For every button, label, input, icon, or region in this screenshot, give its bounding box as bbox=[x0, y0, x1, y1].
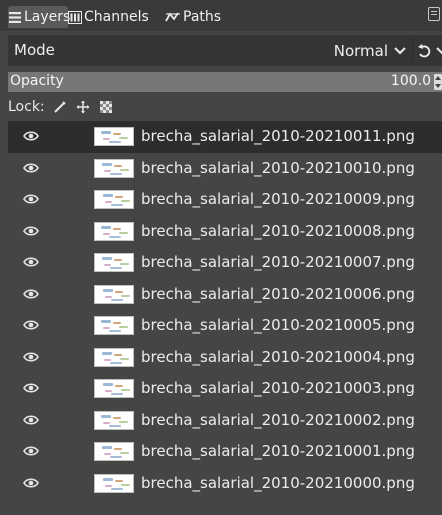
layer-name: brecha_salarial_2010-20210003.png bbox=[141, 379, 415, 397]
layer-row[interactable]: brecha_salarial_2010-20210002.png bbox=[8, 405, 442, 437]
paths-icon bbox=[165, 11, 181, 23]
layer-name: brecha_salarial_2010-20210008.png bbox=[141, 221, 415, 240]
eye-icon[interactable] bbox=[22, 413, 40, 427]
layer-row[interactable]: brecha_salarial_2010-20210003.png bbox=[8, 373, 442, 405]
tab-channels[interactable]: Channels bbox=[68, 6, 164, 28]
eye-icon[interactable] bbox=[22, 350, 40, 364]
divider bbox=[412, 39, 413, 62]
layer-thumbnail bbox=[94, 221, 134, 241]
eye-icon[interactable] bbox=[22, 444, 40, 458]
layer-thumbnail bbox=[94, 379, 134, 398]
opacity-value: 100.0 bbox=[390, 73, 431, 89]
layer-name: brecha_salarial_2010-20210001.png bbox=[141, 442, 415, 460]
dock-tabs-bar: Layers Channels Paths bbox=[0, 0, 442, 31]
layer-thumbnail bbox=[94, 473, 134, 493]
tab-paths[interactable]: Paths bbox=[165, 6, 229, 28]
layer-row[interactable]: brecha_salarial_2010-20210011.png bbox=[8, 121, 442, 153]
layer-thumbnail bbox=[94, 442, 134, 461]
layer-thumbnail bbox=[94, 253, 134, 272]
eye-icon[interactable] bbox=[22, 318, 40, 332]
eye-icon[interactable] bbox=[22, 129, 40, 143]
layer-row[interactable]: brecha_salarial_2010-20210005.png bbox=[8, 310, 442, 342]
eye-icon[interactable] bbox=[22, 287, 40, 301]
layer-name: brecha_salarial_2010-20210009.png bbox=[141, 190, 415, 208]
layers-dock-panel: Layers Channels Paths Mode Normal Opacit… bbox=[0, 0, 442, 515]
eye-icon[interactable] bbox=[22, 224, 40, 238]
layer-name: brecha_salarial_2010-20210006.png bbox=[141, 284, 415, 303]
eye-icon[interactable] bbox=[22, 476, 40, 490]
eye-icon[interactable] bbox=[22, 192, 40, 206]
layer-thumbnail bbox=[94, 127, 134, 146]
layer-row[interactable]: brecha_salarial_2010-20210007.png bbox=[8, 247, 442, 279]
mode-label: Mode bbox=[14, 41, 55, 59]
chevron-down-icon[interactable] bbox=[391, 35, 409, 66]
layer-thumbnail bbox=[94, 347, 134, 367]
composite-mode-button[interactable] bbox=[416, 35, 442, 66]
eye-icon[interactable] bbox=[22, 381, 40, 395]
lock-alpha-icon[interactable] bbox=[97, 98, 115, 116]
eye-icon[interactable] bbox=[22, 161, 40, 175]
lock-row: Lock: bbox=[8, 96, 120, 118]
tab-menu-icon[interactable] bbox=[428, 7, 440, 21]
layer-thumbnail bbox=[94, 316, 134, 335]
layer-name: brecha_salarial_2010-20210002.png bbox=[141, 410, 415, 429]
tab-layers[interactable]: Layers bbox=[8, 6, 71, 28]
layer-thumbnail bbox=[94, 410, 134, 430]
layer-row[interactable]: brecha_salarial_2010-20210010.png bbox=[8, 153, 442, 185]
layer-thumbnail bbox=[94, 190, 134, 209]
layer-row[interactable]: brecha_salarial_2010-20210008.png bbox=[8, 216, 442, 248]
layer-name: brecha_salarial_2010-20210005.png bbox=[141, 316, 415, 334]
tab-paths-label: Paths bbox=[183, 9, 222, 25]
opacity-slider[interactable]: Opacity 100.0 bbox=[8, 72, 442, 92]
tab-channels-label: Channels bbox=[84, 9, 149, 25]
layer-name: brecha_salarial_2010-20210004.png bbox=[141, 347, 415, 366]
layer-thumbnail bbox=[94, 284, 134, 304]
mode-row: Mode Normal bbox=[8, 35, 442, 66]
layer-row[interactable]: brecha_salarial_2010-20210009.png bbox=[8, 184, 442, 216]
layer-list: brecha_salarial_2010-20210011.png brecha_… bbox=[8, 121, 442, 499]
layers-icon bbox=[8, 11, 22, 24]
layer-row[interactable]: brecha_salarial_2010-20210006.png bbox=[8, 279, 442, 311]
layer-name: brecha_salarial_2010-20210000.png bbox=[141, 473, 415, 492]
channels-icon bbox=[68, 10, 82, 24]
lock-label: Lock: bbox=[8, 99, 45, 115]
layer-name: brecha_salarial_2010-20210007.png bbox=[141, 253, 415, 271]
opacity-spin-button[interactable] bbox=[434, 74, 442, 90]
layer-name: brecha_salarial_2010-20210011.png bbox=[141, 127, 415, 145]
layer-name: brecha_salarial_2010-20210010.png bbox=[141, 158, 415, 177]
layer-row[interactable]: brecha_salarial_2010-20210000.png bbox=[8, 468, 442, 500]
mode-select[interactable]: Normal bbox=[318, 35, 388, 66]
tab-layers-label: Layers bbox=[24, 9, 71, 25]
layer-thumbnail bbox=[94, 158, 134, 178]
opacity-label: Opacity bbox=[10, 73, 64, 89]
opacity-fill bbox=[8, 72, 442, 92]
lock-pixels-icon[interactable] bbox=[51, 98, 69, 116]
layer-row[interactable]: brecha_salarial_2010-20210001.png bbox=[8, 436, 442, 468]
eye-icon[interactable] bbox=[22, 255, 40, 269]
layer-row[interactable]: brecha_salarial_2010-20210004.png bbox=[8, 342, 442, 374]
lock-position-icon[interactable] bbox=[74, 98, 92, 116]
